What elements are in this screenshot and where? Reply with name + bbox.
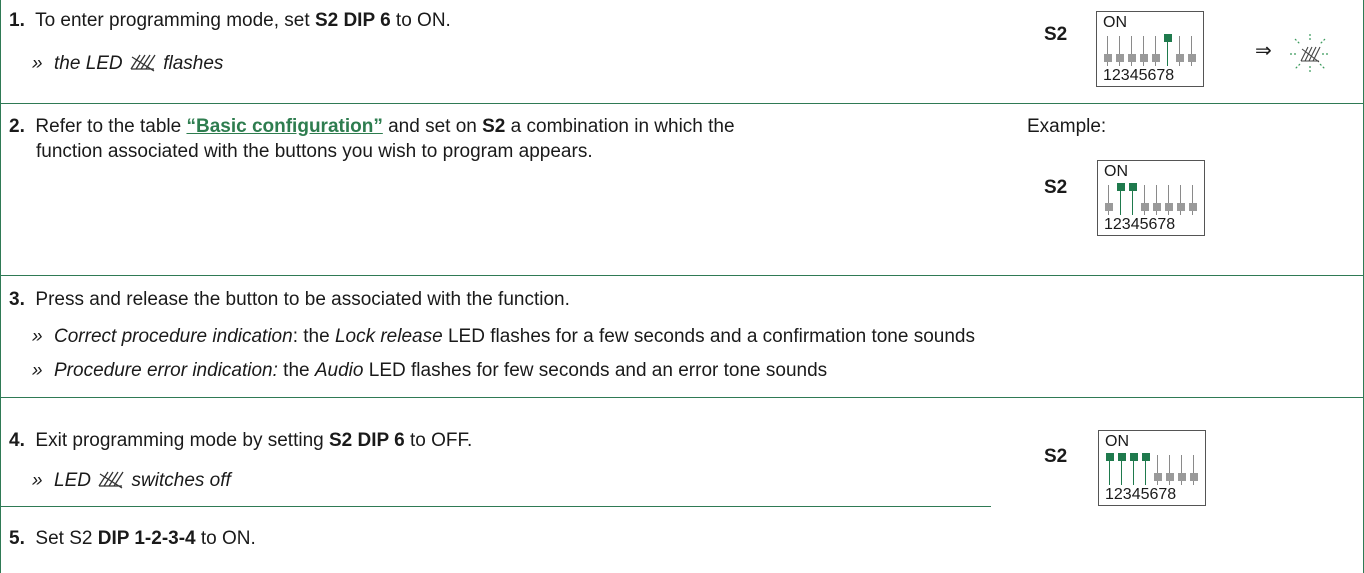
step-text: to OFF. <box>404 430 473 451</box>
step-number: 1. <box>9 10 25 31</box>
dip-switch-1-off <box>1104 34 1112 68</box>
step-text: and set on <box>382 116 483 137</box>
dip-switch-3-on <box>1129 183 1137 217</box>
step-text: to ON. <box>195 528 256 549</box>
step-text: a combination in which the <box>505 116 735 137</box>
indication-text: the <box>277 360 315 381</box>
dip-switch-diagram: ON 12345678 <box>1096 11 1204 87</box>
led-icon <box>128 49 158 79</box>
step-text: Exit programming mode by setting <box>35 430 329 451</box>
step-number: 2. <box>9 116 25 137</box>
bullet: » <box>32 326 43 347</box>
dip-numbers: 12345678 <box>1103 67 1175 84</box>
dip-ref: S2 DIP 6 <box>329 430 405 451</box>
on-label: ON <box>1105 433 1129 450</box>
step-1-text: 1. To enter programming mode, set S2 DIP… <box>9 10 451 32</box>
dip-switch-diagram: ON 12345678 <box>1097 160 1205 236</box>
basic-configuration-link[interactable]: “Basic configuration” <box>186 116 382 137</box>
led-icon <box>96 466 126 496</box>
dip-switch-diagram: ON 12345678 <box>1098 430 1206 506</box>
result-text: LED <box>54 470 91 491</box>
indication-text: LED flashes for few seconds and an error… <box>363 360 828 381</box>
dip-switch-7-off <box>1176 34 1184 68</box>
step-4-5-divider <box>1 506 991 507</box>
dip-switch-4-off <box>1141 183 1149 217</box>
result-text: the LED <box>54 53 123 74</box>
dip-switch-5-off <box>1152 34 1160 68</box>
step-3-correct-indication: » Correct procedure indication: the Lock … <box>32 326 975 348</box>
step-2-text: 2. Refer to the table “Basic configurati… <box>9 116 735 138</box>
flashing-led-icon <box>1288 32 1332 81</box>
step-text: To enter programming mode, set <box>35 10 315 31</box>
dip-switch-2-on <box>1117 183 1125 217</box>
dip-switch-7-off <box>1177 183 1185 217</box>
indication-label: Correct procedure indication <box>54 326 293 347</box>
step-4-result: » LED switches off <box>32 466 231 496</box>
step-3-error-indication: » Procedure error indication: the Audio L… <box>32 360 827 382</box>
step-1-result: » the LED flashes <box>32 49 223 79</box>
dip-switch-5-off <box>1154 453 1162 487</box>
dip-switch-3-off <box>1128 34 1136 68</box>
dip-switch-6-off <box>1166 453 1174 487</box>
indication-label: Procedure error indication: <box>54 360 278 381</box>
led-name: Lock release <box>334 326 443 347</box>
indication-text: LED flashes for a few seconds and a conf… <box>442 326 975 347</box>
dip-switch-4-on <box>1142 453 1150 487</box>
dip-switch-1-on <box>1106 453 1114 487</box>
dip-switch-5-off <box>1153 183 1161 217</box>
example-label: Example: <box>1027 116 1107 137</box>
result-text: flashes <box>163 53 224 74</box>
step-text: Refer to the table <box>35 116 187 137</box>
dip-switch-8-off <box>1190 453 1198 487</box>
dip-switch-6-on <box>1164 34 1172 68</box>
dip-ref: S2 DIP 6 <box>314 10 391 31</box>
dip-switch-6-off <box>1165 183 1173 217</box>
on-label: ON <box>1104 163 1128 180</box>
step-text: Press and release the button to be assoc… <box>35 289 570 310</box>
dip-numbers: 12345678 <box>1105 486 1177 503</box>
dip-switch-7-off <box>1178 453 1186 487</box>
s2-label: S2 <box>1044 24 1068 45</box>
dip-ref: S2 <box>482 116 506 137</box>
bullet: » <box>32 470 43 491</box>
result-text: switches off <box>131 470 231 491</box>
dip-switch-3-on <box>1130 453 1138 487</box>
step-4-text: 4. Exit programming mode by setting S2 D… <box>9 430 472 452</box>
s2-label: S2 <box>1044 177 1068 198</box>
indication-text: : the <box>292 326 335 347</box>
step-number: 5. <box>9 528 25 549</box>
dip-switch-8-off <box>1188 34 1196 68</box>
arrow-icon: ⇒ <box>1255 40 1272 62</box>
dip-numbers: 12345678 <box>1104 216 1176 233</box>
step-5-text: 5. Set S2 DIP 1-2-3-4 to ON. <box>9 528 256 550</box>
dip-ref: DIP 1-2-3-4 <box>97 528 196 549</box>
dip-switch-2-on <box>1118 453 1126 487</box>
step-number: 4. <box>9 430 25 451</box>
step-3-text: 3. Press and release the button to be as… <box>9 289 570 311</box>
s2-label: S2 <box>1044 446 1068 467</box>
step-text: to ON. <box>390 10 451 31</box>
step-text: Set S2 <box>35 528 98 549</box>
led-name: Audio <box>314 360 364 381</box>
dip-switch-2-off <box>1116 34 1124 68</box>
step-number: 3. <box>9 289 25 310</box>
bullet: » <box>32 53 43 74</box>
on-label: ON <box>1103 14 1127 31</box>
dip-switch-4-off <box>1140 34 1148 68</box>
bullet: » <box>32 360 43 381</box>
dip-switch-1-off <box>1105 183 1113 217</box>
step-2-text-line2: function associated with the buttons you… <box>36 141 593 162</box>
dip-switch-8-off <box>1189 183 1197 217</box>
